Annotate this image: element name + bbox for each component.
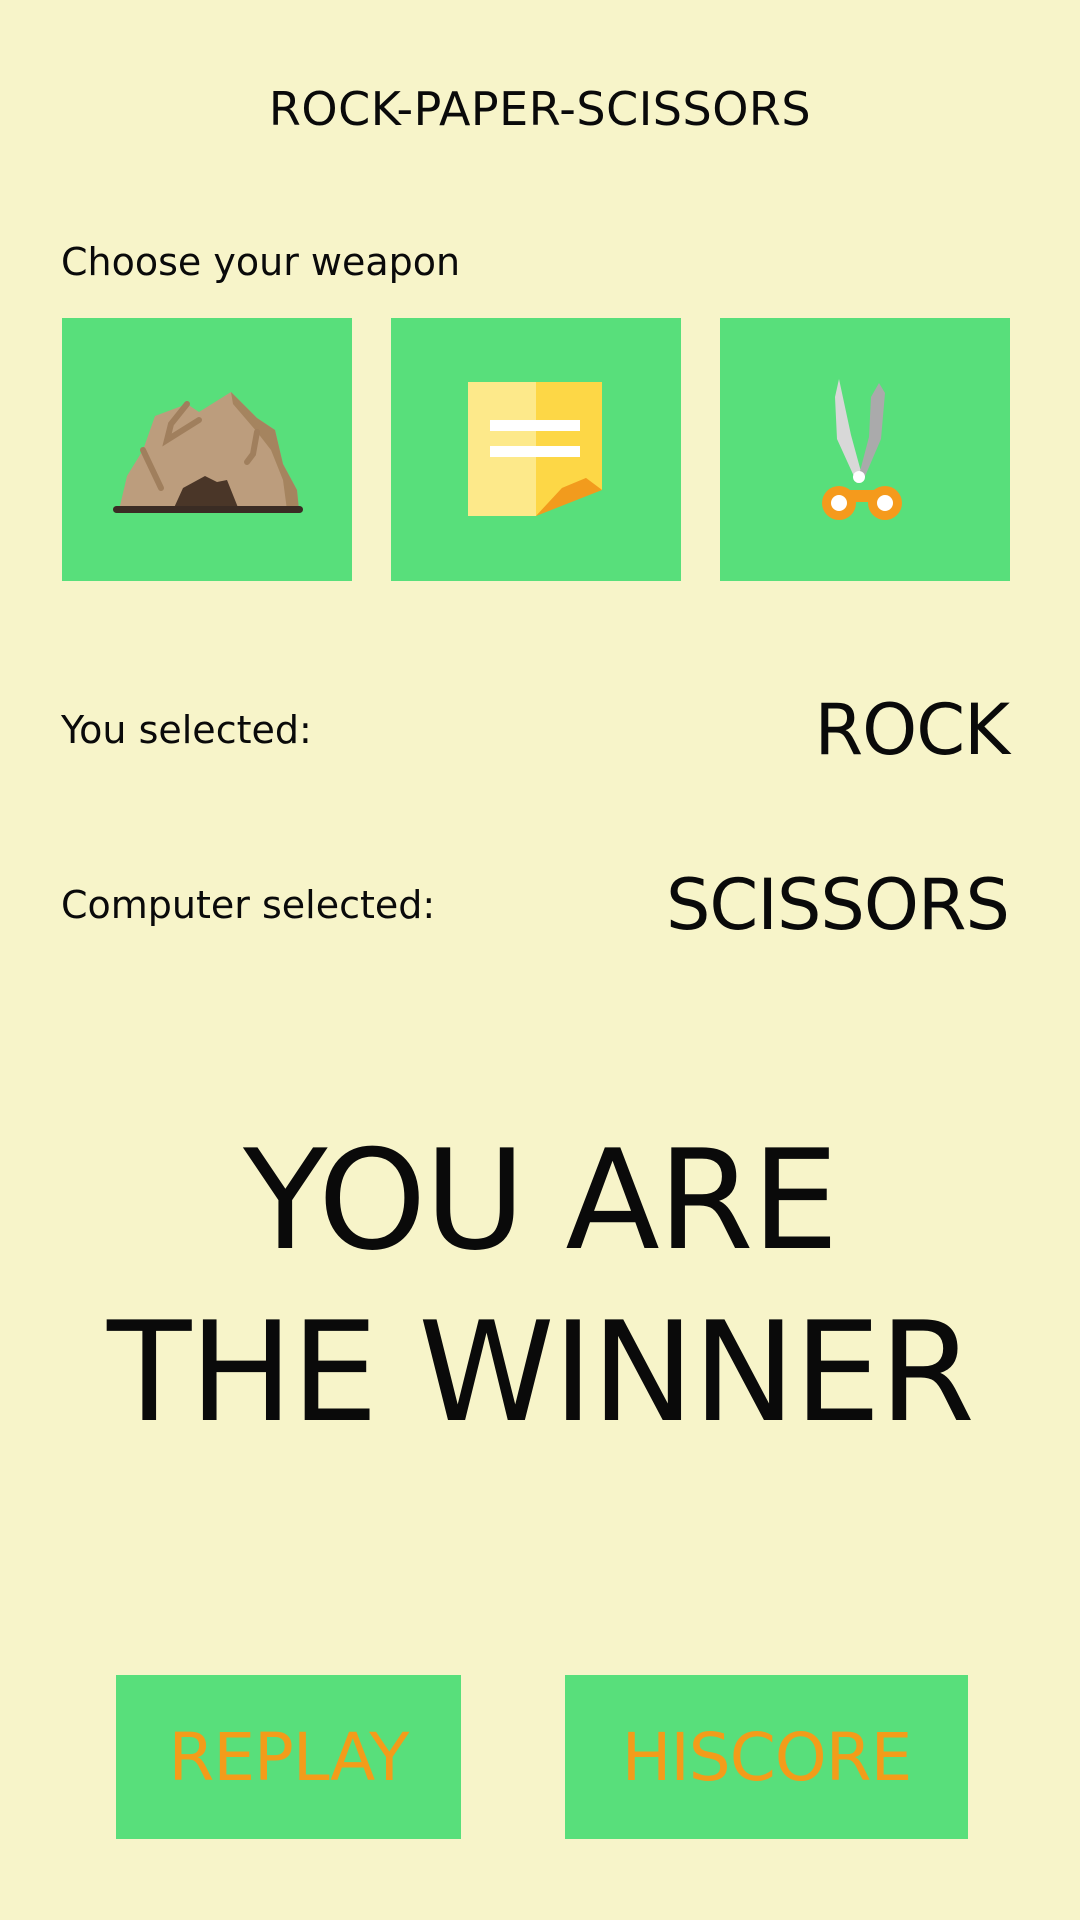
replay-button[interactable]: REPLAY <box>116 1675 461 1839</box>
paper-note-icon <box>468 381 602 516</box>
result-line-1: YOU ARE <box>243 1120 839 1281</box>
you-selected-label: You selected: <box>61 708 312 752</box>
rock-cave-icon <box>113 391 303 513</box>
paper-button[interactable] <box>391 318 681 581</box>
computer-selected-row: Computer selected: SCISSORS <box>61 864 1010 946</box>
scissors-icon <box>822 378 902 520</box>
rock-button[interactable] <box>62 318 352 581</box>
you-selected-row: You selected: ROCK <box>61 689 1010 771</box>
scissors-button[interactable] <box>720 318 1010 581</box>
you-selected-value: ROCK <box>814 689 1010 771</box>
weapon-options <box>62 318 1010 581</box>
computer-selected-value: SCISSORS <box>666 864 1010 946</box>
choose-weapon-label: Choose your weapon <box>61 240 461 284</box>
result-message: YOU ARE THE WINNER <box>0 1115 1080 1459</box>
result-line-2: THE WINNER <box>107 1292 975 1453</box>
page-title: ROCK-PAPER-SCISSORS <box>268 82 812 136</box>
hiscore-button[interactable]: HISCORE <box>565 1675 968 1839</box>
computer-selected-label: Computer selected: <box>61 883 436 927</box>
